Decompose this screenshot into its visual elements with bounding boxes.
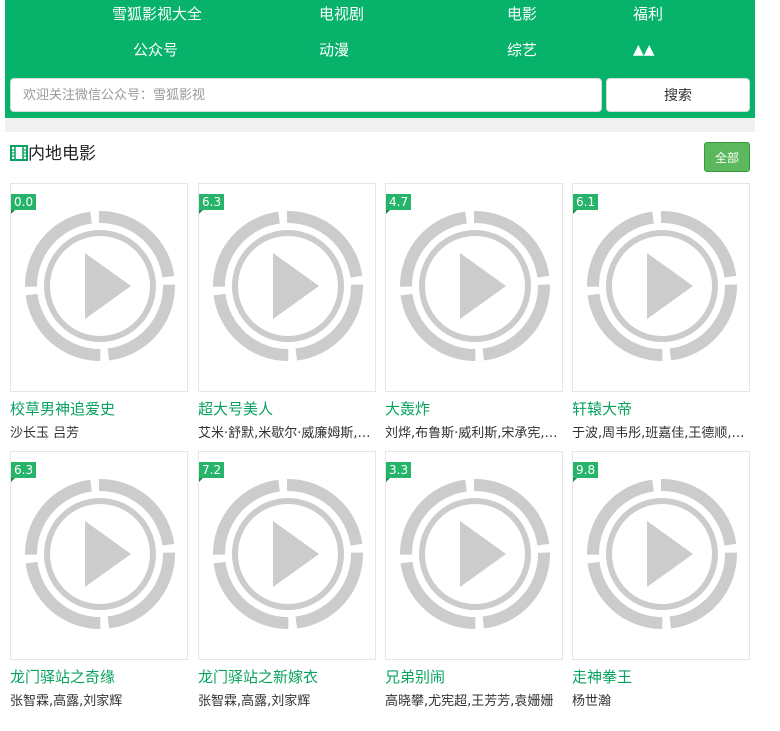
movie-title[interactable]: 轩辕大帝 (572, 399, 750, 419)
rating-badge: 3.3 (386, 462, 412, 482)
nav-welfare-link[interactable]: 福利 (633, 4, 663, 24)
movie-poster[interactable]: 9.8 (572, 451, 750, 660)
movie-card[interactable]: 3.3 兄弟别闹 高晓攀,尤宪超,王芳芳,袁姗姗 (385, 451, 563, 731)
nav-home-link[interactable]: 雪狐影视大全 (112, 4, 202, 24)
play-placeholder-icon (213, 479, 363, 629)
movie-cast: 高晓攀,尤宪超,王芳芳,袁姗姗 (385, 694, 554, 709)
view-all-button[interactable]: 全部 (704, 142, 750, 172)
movie-poster[interactable]: 6.3 (10, 451, 188, 660)
movie-poster[interactable]: 7.2 (198, 451, 376, 660)
rating-badge: 6.3 (11, 462, 37, 482)
rating-badge: 6.1 (573, 194, 599, 214)
nav-anime-link[interactable]: 动漫 (319, 40, 349, 60)
movie-cast: 沙长玉 吕芳 (10, 426, 80, 441)
nav-collapse-toggle[interactable]: ▲▲ (633, 40, 655, 60)
movie-poster[interactable]: 0.0 (10, 183, 188, 392)
nav-movies-link[interactable]: 电影 (507, 4, 537, 24)
search-button[interactable]: 搜索 (606, 78, 750, 112)
movie-card[interactable]: 7.2 龙门驿站之新嫁衣 张智霖,高露,刘家辉 (198, 451, 376, 731)
movie-card[interactable]: 6.3 超大号美人 艾米·舒默,米歇尔·威廉姆斯,艾米莉·拉塔科斯基 (198, 183, 376, 463)
rating-badge: 9.8 (573, 462, 599, 482)
play-placeholder-icon (587, 211, 737, 361)
movie-cast: 张智霖,高露,刘家辉 (10, 694, 123, 709)
play-placeholder-icon (400, 479, 550, 629)
movie-card[interactable]: 9.8 走神拳王 杨世瀚 (572, 451, 750, 731)
movie-cast: 张智霖,高露,刘家辉 (198, 694, 311, 709)
top-header: 雪狐影视大全 电视剧 电影 福利 公众号 动漫 综艺 ▲▲ 搜索 (5, 0, 755, 118)
rating-badge: 4.7 (386, 194, 412, 214)
rating-badge: 7.2 (199, 462, 225, 482)
movie-title[interactable]: 龙门驿站之奇缘 (10, 667, 188, 687)
search-input[interactable] (10, 78, 602, 112)
nav-official-account-link[interactable]: 公众号 (133, 40, 178, 60)
movie-cast: 艾米·舒默,米歇尔·威廉姆斯,艾米莉·拉塔科斯基 (198, 426, 376, 441)
rating-badge: 6.3 (199, 194, 225, 214)
play-placeholder-icon (400, 211, 550, 361)
play-placeholder-icon (213, 211, 363, 361)
movie-title[interactable]: 大轰炸 (385, 399, 563, 419)
movie-poster[interactable]: 4.7 (385, 183, 563, 392)
movie-poster[interactable]: 6.3 (198, 183, 376, 392)
rating-badge: 0.0 (11, 194, 37, 214)
movie-card[interactable]: 0.0 校草男神追爱史 沙长玉 吕芳 (10, 183, 188, 463)
movie-cast: 刘烨,布鲁斯·威利斯,宋承宪,范冰冰 (385, 426, 563, 441)
film-icon (10, 145, 28, 161)
nav-variety-link[interactable]: 综艺 (507, 40, 537, 60)
play-placeholder-icon (587, 479, 737, 629)
movie-cast: 于波,周韦彤,班嘉佳,王德顺,于承惠 (572, 426, 750, 441)
movie-title[interactable]: 龙门驿站之新嫁衣 (198, 667, 376, 687)
movie-card[interactable]: 6.3 龙门驿站之奇缘 张智霖,高露,刘家辉 (10, 451, 188, 731)
movie-cast: 杨世瀚 (572, 694, 612, 709)
nav-tv-series-link[interactable]: 电视剧 (319, 4, 364, 24)
play-placeholder-icon (25, 479, 175, 629)
movie-title[interactable]: 走神拳王 (572, 667, 750, 687)
section-title: 内地电影 (28, 144, 96, 164)
movie-title[interactable]: 校草男神追爱史 (10, 399, 188, 419)
play-placeholder-icon (25, 211, 175, 361)
movie-card[interactable]: 4.7 大轰炸 刘烨,布鲁斯·威利斯,宋承宪,范冰冰 (385, 183, 563, 463)
movie-title[interactable]: 兄弟别闹 (385, 667, 563, 687)
section-divider (5, 118, 755, 132)
movie-card[interactable]: 6.1 轩辕大帝 于波,周韦彤,班嘉佳,王德顺,于承惠 (572, 183, 750, 463)
movie-title[interactable]: 超大号美人 (198, 399, 376, 419)
movie-poster[interactable]: 3.3 (385, 451, 563, 660)
movie-poster[interactable]: 6.1 (572, 183, 750, 392)
